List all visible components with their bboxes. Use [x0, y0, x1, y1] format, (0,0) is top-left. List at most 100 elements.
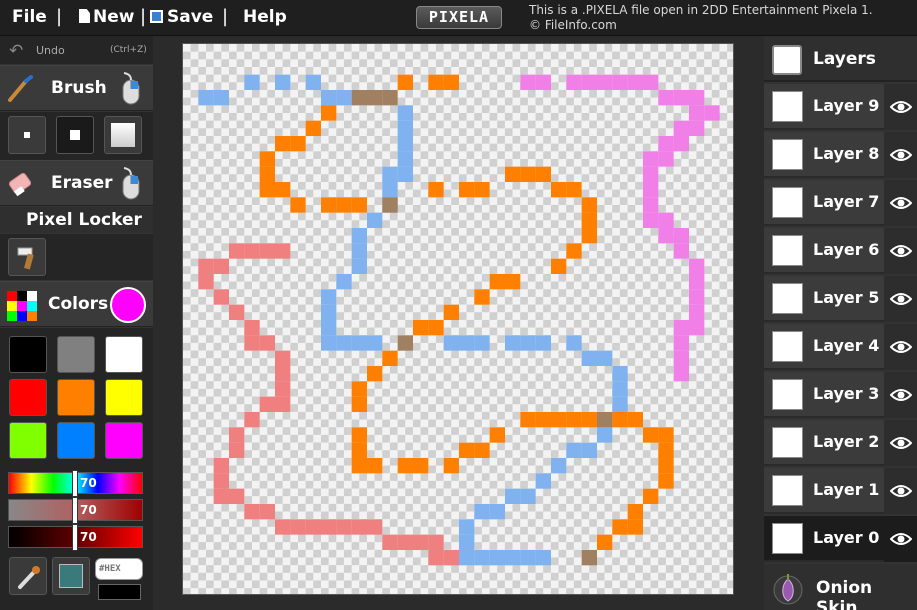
- help-menu[interactable]: Help: [243, 7, 287, 27]
- palette-swatch[interactable]: [9, 336, 47, 373]
- layer-row[interactable]: Layer 1: [764, 468, 917, 514]
- layer-visibility-toggle[interactable]: [884, 84, 917, 130]
- palette-swatch[interactable]: [105, 336, 143, 373]
- eyedropper-button[interactable]: [9, 557, 47, 595]
- palette-swatch[interactable]: [57, 336, 95, 373]
- pixel-orange: [443, 304, 459, 320]
- undo-button[interactable]: ↶ Undo (Ctrl+Z): [0, 36, 153, 64]
- brush-size-small[interactable]: [8, 116, 46, 154]
- onion-skin-button[interactable]: Onion Skin: [764, 564, 917, 610]
- pixel-pink: [259, 335, 275, 351]
- layer-visibility-toggle[interactable]: [884, 132, 917, 178]
- layer-row[interactable]: Layer 7: [764, 180, 917, 226]
- palette-swatch[interactable]: [9, 422, 47, 459]
- layer-label: Layer 7: [813, 192, 880, 211]
- paintbrush-icon: [8, 75, 33, 102]
- layer-label: Layer 2: [813, 432, 880, 451]
- hue-slider[interactable]: 70: [8, 470, 143, 497]
- layer-visibility-toggle[interactable]: [884, 420, 917, 466]
- pixel-orange: [658, 473, 674, 489]
- new-button[interactable]: New: [79, 7, 134, 27]
- pixel-magenta: [689, 304, 705, 320]
- small-square-icon: [24, 132, 30, 138]
- pixel-blue: [397, 166, 413, 182]
- hammer-icon: [17, 247, 34, 270]
- layer-visibility-toggle[interactable]: [884, 468, 917, 514]
- layer-row[interactable]: Layer 9: [764, 84, 917, 130]
- pixel-locker-button[interactable]: [8, 238, 46, 276]
- eraser-tool[interactable]: Eraser: [0, 160, 153, 206]
- pixel-blue: [351, 228, 367, 244]
- layer-visibility-toggle[interactable]: [884, 516, 917, 562]
- layer-row[interactable]: Layer 4: [764, 324, 917, 370]
- pixel-blue: [520, 488, 536, 504]
- pixel-blue: [505, 488, 521, 504]
- pixel-pink: [382, 534, 398, 550]
- large-square-icon: [111, 123, 135, 147]
- pixel-blue: [321, 335, 337, 351]
- layer-row[interactable]: Layer 5: [764, 276, 917, 322]
- value-slider[interactable]: 70: [8, 524, 143, 551]
- pixel-blue: [397, 120, 413, 136]
- value-slider-knob[interactable]: [72, 524, 78, 551]
- pixel-brown: [397, 335, 413, 351]
- layer-visibility-toggle[interactable]: [884, 372, 917, 418]
- pixel-pink: [275, 243, 291, 259]
- layer-row[interactable]: Layer 6: [764, 228, 917, 274]
- layer-row[interactable]: Layer 2: [764, 420, 917, 466]
- pixel-blue: [520, 335, 536, 351]
- brush-size-large[interactable]: [104, 116, 142, 154]
- pixel-magenta: [673, 320, 689, 336]
- palette-swatch[interactable]: [57, 422, 95, 459]
- pixel-orange: [413, 458, 429, 474]
- saturation-slider-knob[interactable]: [72, 497, 78, 524]
- drawing-canvas[interactable]: [182, 43, 734, 595]
- pixel-blue: [597, 350, 613, 366]
- hex-input[interactable]: [95, 558, 143, 580]
- pixel-orange: [275, 136, 291, 152]
- layers-header: Layers: [764, 36, 917, 82]
- fill-color-button[interactable]: [52, 557, 90, 595]
- palette-swatch[interactable]: [9, 379, 47, 416]
- pixel-magenta: [689, 105, 705, 121]
- floppy-disk-icon: [150, 10, 163, 23]
- layer-row[interactable]: Layer 8: [764, 132, 917, 178]
- palette-swatch[interactable]: [57, 379, 95, 416]
- pixel-orange: [351, 396, 367, 412]
- palette-grid-icon: [7, 291, 37, 321]
- palette-swatch[interactable]: [105, 379, 143, 416]
- current-color-swatch[interactable]: [110, 287, 146, 323]
- palette-swatch[interactable]: [105, 422, 143, 459]
- layer-row[interactable]: Layer 0: [764, 516, 917, 562]
- pixel-magenta: [520, 74, 536, 90]
- pixel-orange: [658, 458, 674, 474]
- saturation-slider[interactable]: 70: [8, 497, 143, 524]
- pixel-orange: [474, 442, 490, 458]
- pixel-magenta: [673, 90, 689, 106]
- eye-icon: [890, 197, 912, 209]
- hue-slider-knob[interactable]: [72, 470, 78, 497]
- brush-tool[interactable]: Brush: [0, 65, 153, 111]
- layer-row[interactable]: Layer 3: [764, 372, 917, 418]
- save-button[interactable]: Save: [150, 7, 213, 27]
- pixel-orange: [443, 74, 459, 90]
- pixel-orange: [551, 182, 567, 198]
- pixel-blue: [520, 550, 536, 566]
- pixel-orange: [520, 412, 536, 428]
- eye-icon: [890, 437, 912, 449]
- pixel-pink: [275, 350, 291, 366]
- layer-visibility-toggle[interactable]: [884, 324, 917, 370]
- eraser-icon: [8, 172, 32, 197]
- pixel-magenta: [597, 74, 613, 90]
- layer-visibility-toggle[interactable]: [884, 228, 917, 274]
- layer-visibility-toggle[interactable]: [884, 180, 917, 226]
- eye-icon: [890, 245, 912, 257]
- tool-panel: ↶ Undo (Ctrl+Z) Brush Eraser Pixel Locke…: [0, 36, 153, 610]
- file-menu[interactable]: File: [12, 7, 47, 27]
- pixel-orange: [627, 412, 643, 428]
- layer-visibility-toggle[interactable]: [884, 276, 917, 322]
- layer-thumbnail: [772, 379, 803, 410]
- brush-size-medium[interactable]: [56, 116, 94, 154]
- pixel-blue: [489, 550, 505, 566]
- pixel-orange: [581, 197, 597, 213]
